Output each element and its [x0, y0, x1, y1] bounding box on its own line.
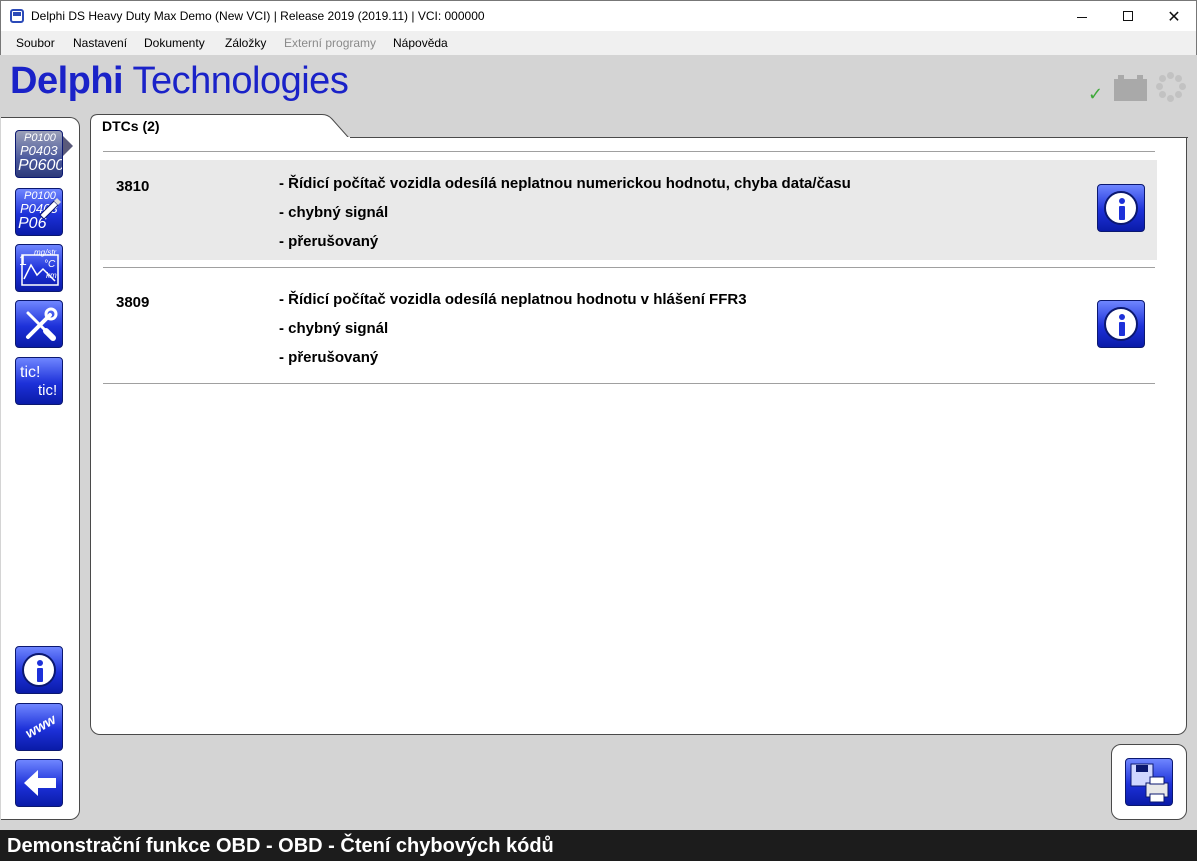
left-toolbar: P0100 P0403 P0600 P0100 P0403 P06 mg/str… — [1, 117, 80, 820]
www-button[interactable]: www — [15, 703, 63, 751]
title-bar: Delphi DS Heavy Duty Max Demo (New VCI) … — [0, 0, 1197, 31]
minimize-button[interactable] — [1059, 1, 1105, 31]
row-separator — [103, 383, 1155, 384]
check-icon: ✓ — [1088, 84, 1104, 105]
dtc-description-line: - přerušovaný — [279, 349, 379, 366]
tic-line-1: tic! — [20, 364, 41, 381]
back-button[interactable] — [15, 759, 63, 807]
row-separator — [103, 267, 1155, 268]
menu-zalozky[interactable]: Záložky — [225, 36, 266, 50]
live-data-graph-icon: 1 — [19, 252, 59, 286]
dtc-description-line: - chybný signál — [279, 204, 389, 221]
status-bar-text: Demonstrační funkce OBD - OBD - Čtení ch… — [7, 835, 554, 857]
app-bus-icon — [10, 9, 24, 23]
minimize-icon — [1077, 16, 1087, 18]
menu-dokumenty[interactable]: Dokumenty — [144, 36, 205, 50]
dtc-read-line-3: P0600 — [18, 157, 63, 174]
dtc-info-button[interactable] — [1097, 184, 1145, 232]
dtc-info-button[interactable] — [1097, 300, 1145, 348]
dtc-code: 3810 — [116, 178, 150, 195]
info-icon — [22, 653, 56, 687]
tic-line-2: tic! — [38, 382, 58, 399]
tab-dtcs-label: DTCs (2) — [102, 118, 160, 134]
dtc-description-line: - Řídicí počítač vozidla odesílá neplatn… — [279, 175, 851, 192]
info-icon — [1104, 307, 1138, 341]
menu-externi-programy: Externí programy — [284, 36, 377, 50]
window-title: Delphi DS Heavy Duty Max Demo (New VCI) … — [31, 9, 485, 23]
logo-bold-text: Delphi — [10, 60, 124, 102]
floppy-printer-icon — [1130, 763, 1169, 803]
menu-nastaveni[interactable]: Nastavení — [73, 36, 127, 50]
dtc-row-3810[interactable]: 3810 - Řídicí počítač vozidla odesílá ne… — [100, 160, 1157, 260]
menu-bar: Soubor Nastavení Dokumenty Záložky Exter… — [0, 31, 1197, 55]
delphi-technologies-logo: Delphi Technologies — [10, 60, 349, 104]
save-print-button[interactable] — [1111, 744, 1187, 820]
save-print-inner — [1125, 758, 1173, 806]
eraser-pen-icon — [39, 198, 61, 219]
info-button[interactable] — [15, 646, 63, 694]
live-data-button[interactable]: mg/str °C km 1 — [15, 244, 63, 292]
close-button[interactable]: ✕ — [1151, 1, 1197, 31]
svg-text:1: 1 — [19, 252, 27, 268]
tic-tic-button[interactable]: tic! tic! — [15, 357, 63, 405]
maximize-icon — [1123, 11, 1133, 21]
panel-top-border — [350, 137, 1188, 138]
close-icon: ✕ — [1167, 6, 1181, 26]
menu-soubor[interactable]: Soubor — [16, 36, 55, 50]
dtc-clear-button[interactable]: P0100 P0403 P06 — [15, 188, 63, 236]
dtc-code: 3809 — [116, 294, 150, 311]
dtc-row-3809[interactable]: 3809 - Řídicí počítač vozidla odesílá ne… — [100, 276, 1157, 376]
dtc-panel: 3810 - Řídicí počítač vozidla odesílá ne… — [90, 137, 1188, 735]
dtc-read-button[interactable]: P0100 P0403 P0600 — [15, 130, 63, 178]
service-functions-button[interactable] — [15, 300, 63, 348]
www-label: www — [22, 710, 59, 742]
maximize-button[interactable] — [1105, 1, 1151, 31]
info-icon — [1104, 191, 1138, 225]
dtc-description-line: - chybný signál — [279, 320, 389, 337]
battery-icon — [1114, 75, 1147, 101]
menu-napoveda[interactable]: Nápověda — [393, 36, 448, 50]
active-tool-arrow-icon — [63, 136, 73, 156]
status-bar: Demonstrační funkce OBD - OBD - Čtení ch… — [0, 830, 1197, 861]
dtc-description-line: - přerušovaný — [279, 233, 379, 250]
spinner-icon — [1156, 72, 1186, 102]
dtc-description-line: - Řídicí počítač vozidla odesílá neplatn… — [279, 291, 747, 308]
tab-dtcs[interactable]: DTCs (2) — [90, 114, 350, 139]
back-arrow-icon — [24, 770, 56, 796]
dtc-read-line-2: P0403 — [20, 143, 58, 158]
logo-regular-text: Technologies — [123, 60, 349, 102]
wrench-screwdriver-icon — [26, 307, 58, 341]
row-separator — [103, 151, 1155, 152]
